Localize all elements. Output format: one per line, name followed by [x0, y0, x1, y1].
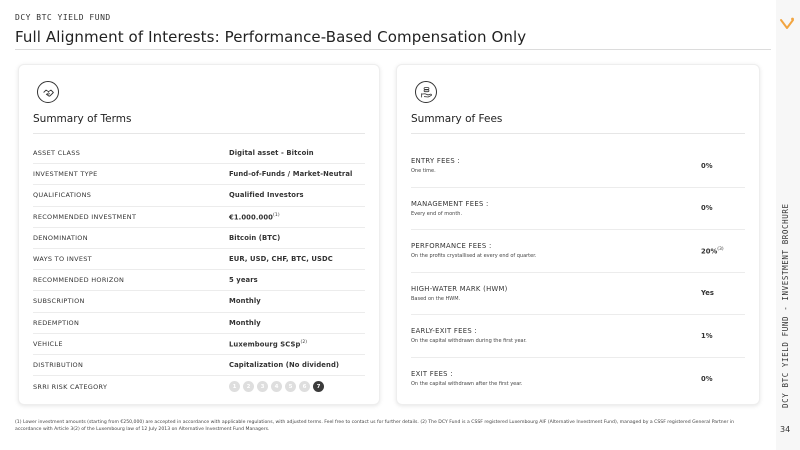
term-value: €1.000.000(1) [229, 212, 280, 221]
brochure-vertical-label: DCY BTC YIELD FUND - INVESTMENT BROCHURE [781, 203, 790, 408]
fee-description: On the capital withdrawn during the firs… [411, 338, 527, 345]
fee-label: ENTRY FEES : [411, 157, 460, 166]
risk-level-dot: 3 [257, 381, 268, 393]
term-label: RECOMMENDED INVESTMENT [33, 212, 137, 221]
term-row: DISTRIBUTION Capitalization (No dividend… [33, 355, 365, 377]
term-label: DISTRIBUTION [33, 360, 84, 369]
summary-of-fees-card: Summary of Fees ENTRY FEES : One time. 0… [396, 64, 760, 405]
term-value: Capitalization (No dividend) [229, 360, 340, 369]
term-row: ASSET CLASS Digital asset - Bitcoin [33, 143, 365, 165]
fee-row: ENTRY FEES : One time. 0% [411, 145, 745, 188]
term-value: Digital asset - Bitcoin [229, 149, 314, 158]
term-row: QUALIFICATIONS Qualified Investors [33, 185, 365, 207]
term-row: REDEMPTION Monthly [33, 313, 365, 334]
fee-row: EARLY-EXIT FEES : On the capital withdra… [411, 315, 745, 358]
term-value: 5 years [229, 276, 258, 285]
risk-level-dot: 7 [313, 381, 324, 393]
title-divider [15, 49, 771, 50]
fees-list: ENTRY FEES : One time. 0% MANAGEMENT FEE… [411, 145, 745, 400]
footnote-marker: (2) [300, 339, 308, 345]
term-value: Monthly [229, 297, 261, 306]
fee-description: On the capital withdrawn after the first… [411, 381, 523, 388]
term-row: VEHICLE Luxembourg SCSp(2) [33, 334, 365, 355]
risk-category-row: SRRI RISK CATEGORY 1234567 [33, 376, 365, 397]
term-row: INVESTMENT TYPE Fund-of-Funds / Market-N… [33, 164, 365, 186]
term-label: SRRI RISK CATEGORY [33, 382, 108, 391]
fee-label: MANAGEMENT FEES : [411, 199, 489, 208]
fee-label: EXIT FEES : [411, 370, 453, 379]
term-label: DENOMINATION [33, 233, 88, 242]
fee-value: 1% [701, 331, 713, 340]
fee-value: 0% [701, 204, 713, 213]
fees-card-title: Summary of Fees [411, 113, 503, 125]
term-row: WAYS TO INVEST EUR, USD, CHF, BTC, USDC [33, 249, 365, 271]
term-label: ASSET CLASS [33, 149, 81, 158]
term-row: RECOMMENDED HORIZON 5 years [33, 270, 365, 292]
coins-hand-icon [415, 81, 437, 103]
brand-logo-icon [780, 17, 794, 29]
term-label: VEHICLE [33, 339, 63, 348]
fee-value: 0% [701, 374, 713, 383]
risk-level-dot: 1 [229, 381, 240, 393]
fee-row: PERFORMANCE FEES : On the profits crysta… [411, 230, 745, 273]
footnote-marker: (3) [717, 246, 724, 252]
footnote-marker: (1) [273, 212, 280, 218]
terms-list: ASSET CLASS Digital asset - Bitcoin INVE… [33, 143, 365, 397]
fee-label: PERFORMANCE FEES : [411, 242, 492, 251]
fee-label: EARLY-EXIT FEES : [411, 327, 477, 336]
fee-description: Every end of month. [411, 210, 463, 217]
term-value: Bitcoin (BTC) [229, 233, 281, 242]
fee-value: 0% [701, 161, 713, 170]
term-row: SUBSCRIPTION Monthly [33, 291, 365, 313]
term-label: REDEMPTION [33, 318, 80, 327]
page-title: Full Alignment of Interests: Performance… [15, 28, 527, 46]
fee-row: EXIT FEES : On the capital withdrawn aft… [411, 358, 745, 401]
term-label: INVESTMENT TYPE [33, 170, 98, 179]
page-number: 34 [780, 425, 791, 434]
summary-of-terms-card: Summary of Terms ASSET CLASS Digital ass… [18, 64, 380, 405]
fee-description: Based on the HWM. [411, 295, 461, 302]
risk-level-dot: 5 [285, 381, 296, 393]
risk-level-dot: 6 [299, 381, 310, 393]
terms-card-title: Summary of Terms [33, 113, 132, 125]
term-value: Luxembourg SCSp(2) [229, 339, 308, 348]
handshake-icon [37, 81, 59, 103]
term-value: Monthly [229, 318, 261, 327]
fee-description: On the profits crystallised at every end… [411, 253, 537, 260]
term-value: EUR, USD, CHF, BTC, USDC [229, 255, 333, 264]
risk-level-dot: 2 [243, 381, 254, 393]
term-row: DENOMINATION Bitcoin (BTC) [33, 228, 365, 249]
term-row: RECOMMENDED INVESTMENT €1.000.000(1) [33, 207, 365, 228]
term-label: WAYS TO INVEST [33, 255, 92, 264]
terms-title-divider [33, 133, 365, 134]
term-value: Qualified Investors [229, 191, 304, 200]
fee-value: 20%(3) [701, 246, 724, 255]
footnote: (1) Lower investment amounts (starting f… [15, 420, 735, 432]
risk-scale: 1234567 [229, 381, 324, 393]
fee-description: One time. [411, 168, 436, 175]
term-value: Fund-of-Funds / Market-Neutral [229, 170, 353, 179]
term-label: QUALIFICATIONS [33, 191, 92, 200]
fee-label: HIGH-WATER MARK (HWM) [411, 284, 508, 293]
fee-row: MANAGEMENT FEES : Every end of month. 0% [411, 188, 745, 230]
fund-tag: DCY BTC YIELD FUND [15, 13, 111, 22]
fee-value: Yes [701, 289, 714, 298]
fee-row: HIGH-WATER MARK (HWM) Based on the HWM. … [411, 273, 745, 315]
term-label: SUBSCRIPTION [33, 297, 85, 306]
term-label: RECOMMENDED HORIZON [33, 276, 125, 285]
risk-level-dot: 4 [271, 381, 282, 393]
fees-title-divider [411, 133, 745, 134]
